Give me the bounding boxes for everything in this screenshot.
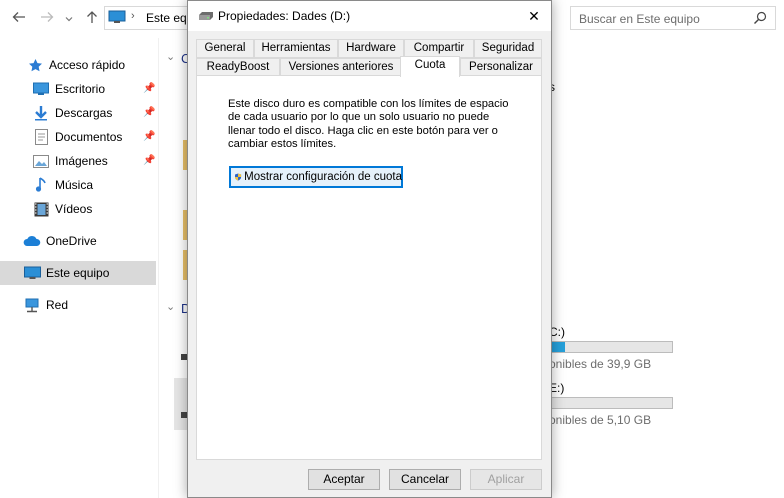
show-quota-settings-button[interactable]: Mostrar configuración de cuota: [229, 166, 403, 188]
forward-arrow-icon: [41, 12, 54, 22]
breadcrumb-separator-icon[interactable]: ›: [131, 10, 135, 22]
nav-item-this-pc[interactable]: Este equipo: [0, 261, 156, 285]
tab-general[interactable]: General: [196, 39, 254, 58]
nav-item-music[interactable]: Música: [32, 174, 93, 196]
nav-item-videos[interactable]: Vídeos: [32, 198, 92, 220]
nav-item-pictures[interactable]: Imágenes: [32, 150, 108, 172]
nav-item-label: Música: [55, 178, 94, 192]
drive-e-usage-bar: [549, 397, 673, 409]
forward-button[interactable]: [38, 10, 56, 28]
nav-pane-divider: [158, 38, 159, 498]
ok-button[interactable]: Aceptar: [308, 469, 380, 490]
drive-c-usage-fill: [550, 342, 565, 352]
tab-seguridad[interactable]: Seguridad: [474, 39, 542, 58]
tab-cuota[interactable]: Cuota: [400, 56, 460, 77]
tab-hardware[interactable]: Hardware: [338, 39, 404, 58]
picture-icon: [32, 153, 50, 169]
computer-icon: [23, 265, 41, 281]
tab-herramientas[interactable]: Herramientas: [254, 39, 338, 58]
close-button[interactable]: ✕: [517, 1, 551, 31]
selected-drive-tile-edge: [174, 378, 187, 430]
nav-item-label: Documentos: [55, 130, 123, 144]
pin-icon[interactable]: 📌: [143, 155, 155, 166]
drive-icon: [199, 12, 213, 20]
star-icon: [26, 57, 44, 73]
nav-item-label: Descargas: [55, 106, 113, 120]
nav-item-label: Escritorio: [55, 82, 106, 96]
search-input[interactable]: Buscar en Este equipo: [570, 6, 776, 30]
pin-icon[interactable]: 📌: [143, 83, 155, 94]
nav-item-label: OneDrive: [46, 234, 97, 248]
nav-item-network[interactable]: Red: [23, 294, 68, 316]
quota-description: Este disco duro es compatible con los lí…: [228, 98, 509, 150]
close-icon: ✕: [528, 8, 540, 24]
film-icon: [32, 201, 50, 217]
dialog-titlebar[interactable]: Propiedades: Dades (D:) ✕: [188, 1, 551, 31]
back-button[interactable]: [10, 10, 28, 28]
nav-item-onedrive[interactable]: OneDrive: [23, 230, 97, 252]
up-button[interactable]: [83, 10, 101, 28]
nav-item-label: Imágenes: [55, 154, 108, 168]
nav-item-downloads[interactable]: Descargas: [32, 102, 112, 124]
cloud-icon: [23, 233, 41, 249]
document-icon: [32, 129, 50, 145]
up-arrow-icon: [87, 11, 97, 23]
show-quota-settings-label: Mostrar configuración de cuota: [244, 171, 402, 183]
uac-shield-icon: [235, 173, 242, 181]
properties-dialog: Propiedades: Dades (D:) ✕ General Herram…: [187, 0, 552, 498]
nav-item-label: Este equipo: [46, 266, 110, 280]
back-arrow-icon: [12, 12, 25, 22]
music-note-icon: [32, 177, 50, 193]
apply-button[interactable]: Aplicar: [470, 469, 542, 490]
cancel-button[interactable]: Cancelar: [389, 469, 461, 490]
chevron-down-icon: [65, 17, 73, 22]
nav-item-label: Red: [46, 298, 69, 312]
collapse-chevron-icon[interactable]: ⌄: [166, 300, 175, 313]
computer-icon: [108, 10, 126, 23]
recent-locations-button[interactable]: [60, 10, 78, 28]
search-placeholder: Buscar en Este equipo: [579, 12, 700, 26]
drive-c-usage-bar: [549, 341, 673, 353]
nav-item-documents[interactable]: Documentos: [32, 126, 122, 148]
download-arrow-icon: [32, 105, 50, 121]
drive-c-free-space: onibles de 39,9 GB: [549, 357, 652, 371]
drive-e-free-space: onibles de 5,10 GB: [549, 413, 652, 427]
nav-item-label: Vídeos: [55, 202, 93, 216]
pin-icon[interactable]: 📌: [143, 131, 155, 142]
dialog-title: Propiedades: Dades (D:): [218, 9, 351, 23]
pin-icon[interactable]: 📌: [143, 107, 155, 118]
nav-item-quick-access[interactable]: Acceso rápido: [26, 54, 125, 76]
nav-item-label: Acceso rápido: [49, 58, 126, 72]
search-icon: [754, 11, 767, 24]
nav-item-desktop[interactable]: Escritorio: [32, 78, 105, 100]
collapse-chevron-icon[interactable]: ⌄: [166, 50, 175, 63]
network-icon: [23, 297, 41, 313]
desktop-folder-icon: [32, 81, 50, 97]
